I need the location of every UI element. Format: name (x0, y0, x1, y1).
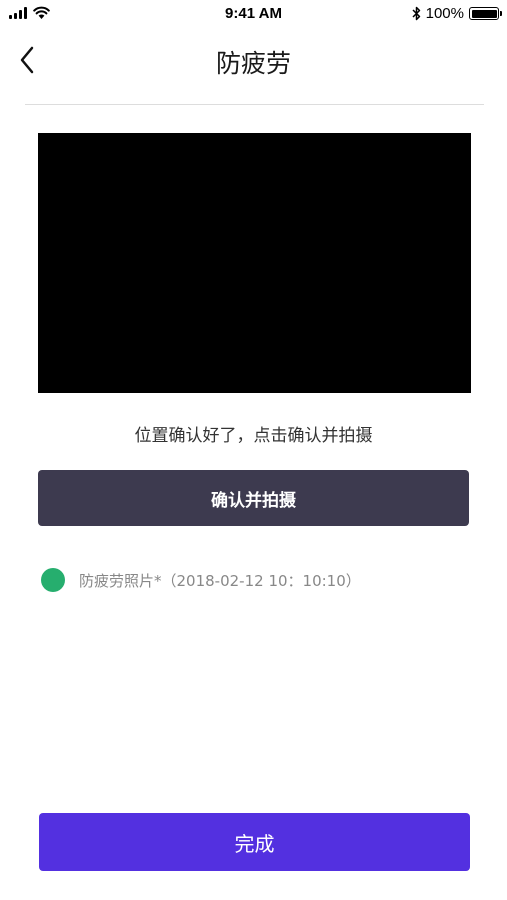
status-bar-right: 100% (412, 5, 502, 22)
nav-divider (25, 104, 484, 105)
battery-icon (469, 7, 502, 20)
photo-record-label: 防疲劳照片*（2018-02-12 10：10:10） (79, 571, 361, 590)
photo-status-dot (41, 568, 65, 592)
page-title: 防疲劳 (215, 49, 291, 78)
done-button[interactable]: 完成 (39, 813, 470, 871)
photo-record-item: 防疲劳照片*（2018-02-12 10：10:10） (41, 568, 361, 592)
nav-bar: 防疲劳 (0, 30, 507, 90)
camera-preview (38, 133, 471, 393)
bluetooth-icon (412, 6, 420, 21)
capture-hint: 位置确认好了，点击确认并拍摄 (134, 426, 373, 446)
battery-percent: 100% (425, 5, 464, 22)
status-bar: 9:41 AM 100% (0, 0, 507, 30)
confirm-capture-button[interactable]: 确认并拍摄 (38, 470, 469, 526)
